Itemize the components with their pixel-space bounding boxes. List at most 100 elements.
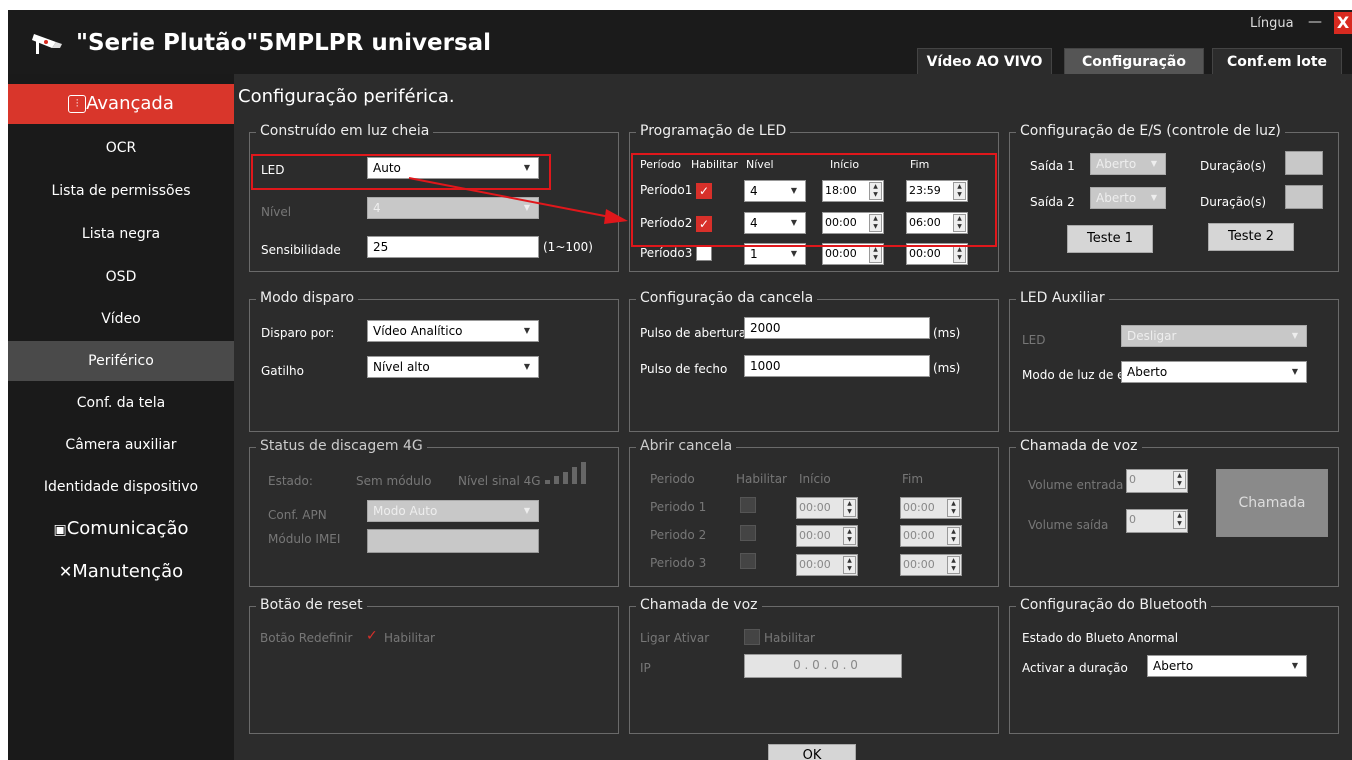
state-value: Sem módulo (356, 474, 432, 488)
close-pulse-input[interactable]: 1000 (744, 355, 930, 377)
period1-start-spinner[interactable]: 18:00 ▲ ▼ (822, 180, 884, 202)
duration2-input[interactable] (1285, 185, 1323, 209)
chevron-down-icon: ▼ (1150, 193, 1157, 202)
open-period2-start-spinner: 00:00 ▲ ▼ (796, 525, 858, 547)
sidebar-item-device-identity[interactable]: Identidade dispositivo (8, 467, 234, 507)
period2-start-spinner[interactable]: 00:00 ▲ ▼ (822, 212, 884, 234)
tab-batch-config[interactable]: Conf.em lote (1212, 48, 1342, 74)
header-start: Início (799, 472, 831, 486)
chevron-down-icon: ▼ (523, 506, 530, 515)
period1-enable-checkbox[interactable]: ✓ (696, 183, 712, 199)
reset-enable-label: Habilitar (384, 631, 435, 645)
app-window: "Serie Plutão"5MPLPR universal Língua — … (8, 10, 1352, 760)
open-period2-label: Periodo 2 (650, 528, 707, 542)
period3-end-spinner[interactable]: 00:00 ▲ ▼ (906, 243, 968, 265)
trigger-by-label: Disparo por: (261, 326, 335, 340)
close-pulse-unit: (ms) (933, 361, 961, 375)
period2-end-spinner[interactable]: 06:00 ▲ ▼ (906, 212, 968, 234)
open-period1-checkbox (740, 497, 756, 513)
level-label: Nível (261, 205, 292, 219)
sidebar-item-maintenance[interactable]: ✕Manutenção (8, 552, 234, 592)
spin-arrows-icon[interactable]: ▲ ▼ (869, 245, 882, 263)
apn-select: Modo Auto ▼ (367, 500, 539, 522)
open-pulse-label: Pulso de abertura (640, 326, 747, 340)
test2-button[interactable]: Teste 2 (1208, 223, 1294, 251)
chevron-down-icon: ▼ (1291, 367, 1298, 376)
check-icon: ✓ (366, 628, 378, 644)
language-menu[interactable]: Língua (1250, 16, 1294, 31)
spin-arrows-icon[interactable]: ▲ ▼ (953, 182, 966, 200)
ip-label: IP (640, 661, 651, 675)
open-period3-start-spinner: 00:00 ▲ ▼ (796, 554, 858, 576)
activate-duration-label: Activar a duração (1022, 661, 1128, 675)
led-mode-select[interactable]: Auto ▼ (367, 157, 539, 179)
spin-arrows-icon[interactable]: ▲ ▼ (869, 182, 882, 200)
open-pulse-input[interactable]: 2000 (744, 317, 930, 339)
period1-end-spinner[interactable]: 23:59 ▲ ▼ (906, 180, 968, 202)
tab-live-video[interactable]: Vídeo AO VIVO (917, 48, 1052, 74)
tab-configuration[interactable]: Configuração (1064, 48, 1204, 74)
period1-label: Período1 (640, 183, 693, 197)
period2-enable-checkbox[interactable]: ✓ (696, 216, 712, 232)
sidebar: ⫶ Avançada OCR Lista de permissões Lista … (8, 74, 234, 760)
dial-4g-group: Status de discagem 4G Estado: Sem módulo… (249, 438, 619, 587)
period3-level-select[interactable]: 1 ▼ (744, 243, 806, 265)
spin-arrows-icon[interactable]: ▲ ▼ (869, 214, 882, 232)
volume-out-label: Volume saída (1028, 518, 1109, 532)
chevron-down-icon: ▼ (523, 362, 530, 371)
sidebar-item-advanced[interactable]: ⫶ Avançada (8, 84, 234, 124)
camera-logo-icon (32, 34, 62, 54)
aux-led-select: Desligar ▼ (1121, 325, 1307, 347)
duration2-label: Duração(s) (1200, 195, 1267, 209)
open-period3-checkbox (740, 553, 756, 569)
spin-arrows-icon: ▲ ▼ (1173, 471, 1186, 489)
open-period2-end-spinner: 00:00 ▲ ▼ (900, 525, 962, 547)
open-period3-label: Periodo 3 (650, 556, 707, 570)
light-mode-select[interactable]: Aberto ▼ (1121, 361, 1307, 383)
sidebar-item-blacklist[interactable]: Lista negra (8, 214, 234, 254)
chevron-down-icon: ▼ (1291, 661, 1298, 670)
light-mode-label: Modo de luz de e (1022, 368, 1125, 382)
imei-label: Módulo IMEI (268, 532, 341, 546)
aux-led-group: LED Auxiliar LED Desligar ▼ Modo de luz d… (1009, 290, 1339, 432)
header-end: Fim (910, 158, 930, 171)
trigger-by-select[interactable]: Vídeo Analítico ▼ (367, 320, 539, 342)
sidebar-item-osd[interactable]: OSD (8, 257, 234, 297)
sidebar-item-communication[interactable]: ▣Comunicação (8, 509, 234, 549)
minimize-button[interactable]: — (1308, 14, 1322, 30)
spin-arrows-icon[interactable]: ▲ ▼ (953, 214, 966, 232)
close-button[interactable]: X (1334, 12, 1352, 34)
reset-label: Botão Redefinir (260, 631, 353, 645)
spin-arrows-icon: ▲ ▼ (843, 499, 856, 517)
trigger-select[interactable]: Nível alto ▼ (367, 356, 539, 378)
call-button: Chamada (1216, 469, 1328, 537)
spin-arrows-icon: ▲ ▼ (843, 556, 856, 574)
chevron-down-icon: ▼ (790, 249, 797, 258)
level-select: 4 ▼ (367, 197, 539, 219)
sidebar-item-aux-camera[interactable]: Câmera auxiliar (8, 425, 234, 465)
spin-arrows-icon[interactable]: ▲ ▼ (953, 245, 966, 263)
open-period1-end-spinner: 00:00 ▲ ▼ (900, 497, 962, 519)
test1-button[interactable]: Teste 1 (1067, 225, 1153, 253)
header-enable: Habilitar (736, 472, 787, 486)
activate-duration-select[interactable]: Aberto ▼ (1147, 655, 1307, 677)
ok-button[interactable]: OK (768, 744, 856, 760)
trigger-mode-group: Modo disparo Disparo por: Vídeo Analític… (249, 290, 619, 432)
sidebar-item-screen-config[interactable]: Conf. da tela (8, 383, 234, 423)
apn-label: Conf. APN (268, 508, 327, 522)
sidebar-item-ocr[interactable]: OCR (8, 128, 234, 168)
group-legend: Programação de LED (636, 123, 791, 139)
camera-icon: ▣ (53, 522, 67, 538)
period3-enable-checkbox[interactable] (696, 245, 712, 261)
duration1-input[interactable] (1285, 151, 1323, 175)
sidebar-item-whitelist[interactable]: Lista de permissões (8, 171, 234, 211)
sidebar-item-peripheral[interactable]: Periférico (8, 341, 234, 381)
sensitivity-input[interactable]: 25 (367, 236, 539, 258)
period2-level-select[interactable]: 4 ▼ (744, 212, 806, 234)
period3-start-spinner[interactable]: 00:00 ▲ ▼ (822, 243, 884, 265)
period1-level-select[interactable]: 4 ▼ (744, 180, 806, 202)
header-end: Fim (902, 472, 924, 486)
equalizer-icon: ⫶ (68, 95, 87, 113)
header-start: Início (830, 158, 860, 171)
sidebar-item-video[interactable]: Vídeo (8, 299, 234, 339)
